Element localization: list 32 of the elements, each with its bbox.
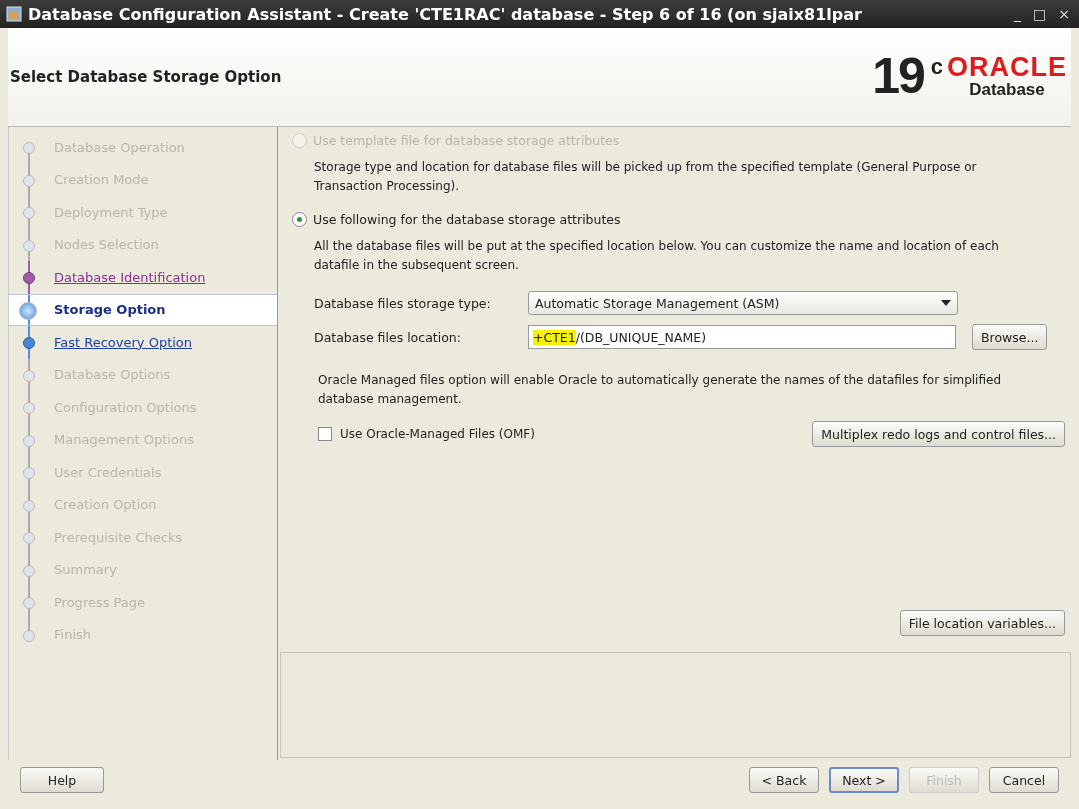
checkbox[interactable] [318, 427, 332, 441]
omf-note: Oracle Managed files option will enable Oracle to automatically generate the names of the datafiles for simplified database management. [318, 372, 1002, 408]
storage-type-dropdown[interactable]: Automatic Storage Management (ASM) [528, 291, 958, 315]
version-number: 19 [872, 54, 924, 98]
option-description: Storage type and location for database files will be picked up from the specified template (General Purpose or Transaction Processing). [314, 159, 978, 195]
close-button[interactable]: × [1055, 6, 1073, 22]
checkbox-label: Use Oracle-Managed Files (OMF) [340, 427, 535, 441]
location-field[interactable]: +CTE1/(DB_UNIQUE_NAME) [528, 325, 956, 349]
brand-logo: ORACLE [947, 54, 1067, 80]
radio-button[interactable] [292, 212, 307, 227]
radio-label: Use following for the database storage attributes [313, 212, 621, 227]
step-label[interactable]: Fast Recovery Option [54, 334, 193, 350]
field-label: Database files location: [314, 329, 462, 345]
product-name: Database [969, 80, 1045, 100]
next-button[interactable]: Next > [829, 767, 899, 793]
help-button[interactable]: Help [20, 767, 104, 793]
option-description: All the database files will be put at the specified location below. You can customize the name and location of each datafile in the subsequent screen. [314, 238, 1000, 274]
minimize-button[interactable]: _ [1011, 6, 1025, 22]
multiplex-button[interactable]: Multiplex redo logs and control files... [812, 421, 1065, 447]
caret-icon [941, 300, 951, 306]
app-icon [6, 6, 22, 22]
back-button[interactable]: < Back [749, 767, 819, 793]
step-label[interactable]: Database Identification [54, 269, 206, 285]
page-title: Select Database Storage Option [9, 68, 282, 86]
version-superscript: c [930, 54, 943, 80]
field-label: Database files storage type: [314, 295, 492, 311]
window-title: Database Configuration Assistant - Create 'CTE1RAC' database - Step 6 of 16 (on sjaix81lpar [28, 4, 863, 24]
step-label[interactable]: Storage Option [54, 302, 166, 318]
file-location-button[interactable]: File location variables... [899, 610, 1065, 636]
browse-button[interactable]: Browse... [972, 324, 1048, 350]
cancel-button[interactable]: Cancel [989, 767, 1059, 793]
maximize-button[interactable]: □ [1030, 6, 1050, 22]
